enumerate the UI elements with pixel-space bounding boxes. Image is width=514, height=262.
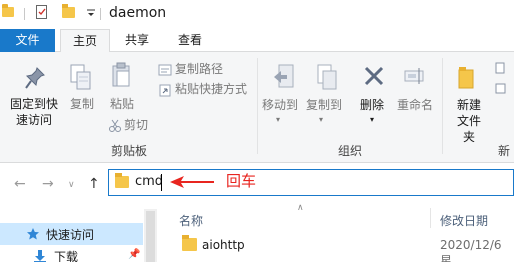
file-name[interactable]: aiohttp xyxy=(202,238,245,252)
tab-file[interactable]: 文件 xyxy=(0,29,55,52)
tab-home[interactable]: 主页 xyxy=(60,29,110,53)
pin-label-line1: 固定到快 xyxy=(9,97,58,111)
folder-icon xyxy=(182,235,197,251)
toolbar-divider xyxy=(100,8,101,20)
move-to-dropdown-icon[interactable]: ▾ xyxy=(276,112,280,128)
nav-item-label: 下载 xyxy=(54,250,79,262)
pin-label-line2: 速访问 xyxy=(15,113,52,127)
pinned-icon: 📌 xyxy=(128,249,141,260)
new-folder-icon[interactable] xyxy=(62,4,75,18)
copy-path-icon xyxy=(158,64,172,76)
new-item-icon[interactable] xyxy=(494,62,508,76)
group-divider xyxy=(257,58,258,154)
nav-item-quick-access[interactable]: 快速访问 xyxy=(0,223,143,245)
pin-icon xyxy=(25,67,45,89)
clipboard-group-label: 剪贴板 xyxy=(111,144,148,158)
copy-to-dropdown-icon[interactable]: ▾ xyxy=(319,112,323,128)
column-header-name[interactable]: 名称 xyxy=(179,212,203,229)
move-to-button[interactable]: 移动到 xyxy=(262,97,298,113)
customize-quick-access-icon[interactable] xyxy=(86,6,96,20)
text-caret xyxy=(161,174,162,191)
paste-shortcut-icon xyxy=(159,84,171,97)
group-divider xyxy=(442,58,443,154)
back-arrow-icon[interactable]: ← xyxy=(14,176,26,192)
ribbon-home: 固定到快 速访问 复制 粘贴 复制路径 粘贴快捷方式 剪切 剪贴板 移动到 ▾ xyxy=(0,52,514,163)
new-folder-button[interactable]: 新建 文件夹 xyxy=(452,97,486,145)
copy-to-button[interactable]: 复制到 xyxy=(306,97,342,113)
title-bar: daemon xyxy=(0,0,514,29)
column-header-modified[interactable]: 修改日期 xyxy=(440,212,488,229)
content-area: 快速访问 下载 📌 xyxy=(0,199,514,262)
nav-item-label: 快速访问 xyxy=(46,228,95,242)
move-to-icon xyxy=(274,64,294,88)
pin-to-quick-access-button[interactable]: 固定到快 速访问 xyxy=(6,96,62,128)
recent-locations-icon[interactable]: ∨ xyxy=(68,180,75,190)
copy-button[interactable]: 复制 xyxy=(66,96,98,112)
window-title: daemon xyxy=(109,5,167,21)
copy-path-button[interactable]: 复制路径 xyxy=(175,61,223,77)
cut-button[interactable]: 剪切 xyxy=(124,117,148,133)
scissors-icon xyxy=(109,119,121,132)
forward-arrow-icon[interactable]: → xyxy=(42,176,54,192)
easy-access-icon[interactable] xyxy=(494,82,508,96)
rename-button[interactable]: 重命名 xyxy=(397,97,433,113)
toolbar-divider xyxy=(24,8,25,20)
file-modified-date: 2020/12/6 星 xyxy=(440,238,502,262)
ribbon-tab-bar: 文件 主页 共享 查看 xyxy=(0,29,514,53)
address-bar[interactable]: cmd xyxy=(108,169,514,196)
download-icon xyxy=(34,250,46,262)
delete-dropdown-icon[interactable]: ▾ xyxy=(370,112,374,128)
annotation-arrow-icon xyxy=(170,176,214,188)
nav-item-downloads[interactable]: 下载 📌 xyxy=(0,245,143,262)
star-icon xyxy=(27,228,39,240)
paste-button[interactable]: 粘贴 xyxy=(106,96,138,112)
copy-to-icon xyxy=(317,64,337,90)
tab-share[interactable]: 共享 xyxy=(115,29,159,53)
organize-group-label: 组织 xyxy=(338,144,363,158)
address-input[interactable]: cmd xyxy=(135,174,163,189)
new-folder-label-line2: 文件夹 xyxy=(456,114,481,144)
new-group-label: 新 xyxy=(498,144,511,158)
folder-icon xyxy=(115,173,129,188)
tab-view[interactable]: 查看 xyxy=(168,29,212,53)
rename-icon xyxy=(404,68,424,84)
new-folder-label-line1: 新建 xyxy=(456,98,481,112)
sort-up-icon: ∧ xyxy=(297,203,304,213)
up-arrow-icon[interactable]: ↑ xyxy=(88,176,100,192)
properties-icon[interactable] xyxy=(36,5,47,19)
new-folder-icon xyxy=(458,67,474,89)
delete-icon xyxy=(364,66,384,86)
delete-button[interactable]: 删除 xyxy=(360,97,384,113)
paste-shortcut-button[interactable]: 粘贴快捷方式 xyxy=(175,81,247,97)
column-divider[interactable] xyxy=(430,208,431,228)
copy-icon xyxy=(70,64,91,90)
folder-icon[interactable] xyxy=(2,4,14,17)
paste-icon xyxy=(112,62,130,87)
scrollbar-thumb[interactable] xyxy=(146,211,155,262)
annotation-label: 回车 xyxy=(226,172,257,190)
